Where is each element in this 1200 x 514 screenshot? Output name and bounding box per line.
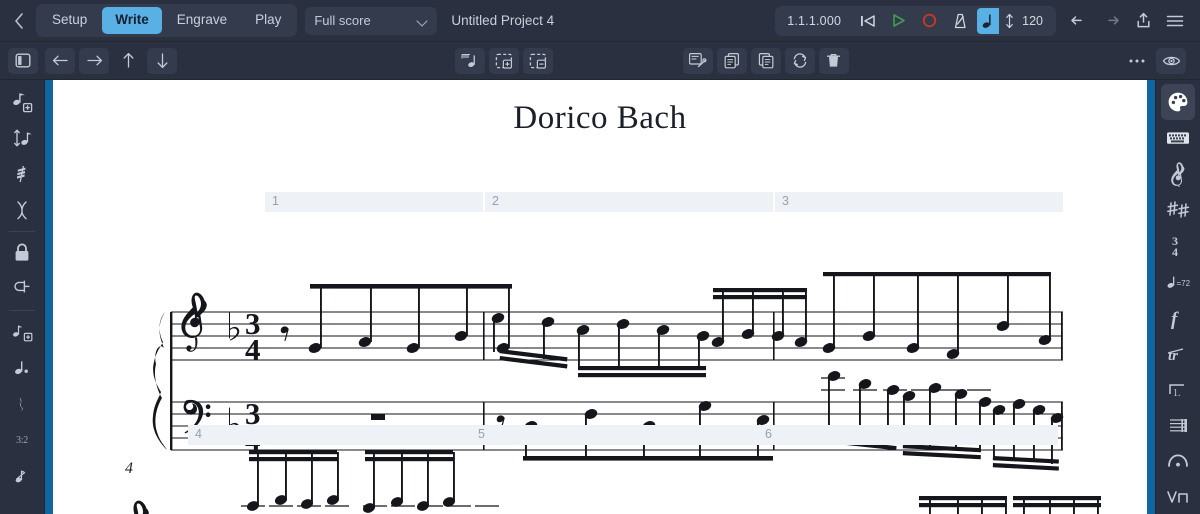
dynamics-panel-icon[interactable]: f xyxy=(1161,300,1195,336)
clefs-panel-icon[interactable] xyxy=(1161,156,1195,192)
bar-number-strip[interactable]: 2 xyxy=(485,192,773,212)
svg-text:4: 4 xyxy=(1172,245,1178,258)
chevron-down-icon xyxy=(418,16,428,26)
repeat-icon[interactable] xyxy=(784,47,815,74)
back-chevron-icon[interactable] xyxy=(6,8,32,34)
trash-icon[interactable] xyxy=(818,47,849,74)
redo-icon[interactable] xyxy=(1096,7,1126,35)
arrow-left-icon[interactable] xyxy=(45,47,75,74)
up-down-arrow-icon[interactable] xyxy=(1001,8,1017,34)
bar-number: 3 xyxy=(782,194,789,208)
mode-tabs: Setup Write Engrave Play xyxy=(36,4,298,37)
bar-number: 5 xyxy=(478,427,485,441)
layout-select[interactable]: Full score xyxy=(305,6,438,35)
time-signatures-panel-icon[interactable]: 3 4 xyxy=(1161,228,1195,264)
filter-select-icon[interactable] xyxy=(682,47,713,74)
record-icon[interactable] xyxy=(915,8,944,34)
voice-icon[interactable] xyxy=(5,192,39,228)
time-sig-denominator: 4 xyxy=(245,332,261,367)
main-body: 3:2 Dorico Bach 1 2 3 3 4 3 4 5 6 4 3 4 … xyxy=(0,80,1200,514)
notations-palette-icon[interactable] xyxy=(1161,84,1195,120)
tempo-value[interactable]: 120 xyxy=(1019,14,1052,28)
project-title: Untitled Project 4 xyxy=(451,13,555,28)
play-icon[interactable] xyxy=(884,8,913,34)
sub-toolbar xyxy=(0,42,1200,80)
pitch-alter-icon[interactable] xyxy=(5,120,39,156)
bar-number-strip[interactable]: 4 xyxy=(188,425,478,445)
top-toolbar: Setup Write Engrave Play Full score Unti… xyxy=(0,0,1200,42)
tab-engrave[interactable]: Engrave xyxy=(164,7,240,33)
repeat-structures-panel-icon[interactable]: 1. xyxy=(1161,372,1195,408)
note-tools-group xyxy=(454,47,553,74)
arrow-up-icon[interactable] xyxy=(113,48,143,74)
select-remove-icon[interactable] xyxy=(522,47,553,74)
arrow-down-icon[interactable] xyxy=(147,47,177,74)
playing-techniques-panel-icon[interactable] xyxy=(1161,480,1195,514)
transport-bar: 1.1.1.000 120 xyxy=(775,5,1056,36)
bar-number-strip[interactable]: 5 xyxy=(471,425,761,445)
top-right-icons xyxy=(1064,7,1190,35)
undo-icon[interactable] xyxy=(1064,7,1094,35)
sidebar-divider xyxy=(9,310,35,311)
dotted-note-icon[interactable] xyxy=(5,350,39,386)
rest-icon[interactable] xyxy=(5,386,39,422)
insert-mode-icon[interactable] xyxy=(5,314,39,350)
bar-number-strip[interactable]: 1 xyxy=(265,192,483,212)
view-eye-icon[interactable] xyxy=(1156,47,1186,74)
score-title[interactable]: Dorico Bach xyxy=(53,100,1147,137)
svg-text:1.: 1. xyxy=(1173,388,1181,399)
bar-number: 6 xyxy=(765,427,772,441)
tab-write[interactable]: Write xyxy=(102,7,162,34)
svg-text:f: f xyxy=(1171,309,1179,330)
note-input-icon[interactable] xyxy=(5,84,39,120)
keyboard-panel-icon[interactable] xyxy=(1161,120,1195,156)
bar-number-strip[interactable]: 3 xyxy=(775,192,1063,212)
bar-number: 1 xyxy=(272,194,279,208)
metronome-icon[interactable] xyxy=(946,8,975,34)
timecode-display[interactable]: 1.1.1.000 xyxy=(779,14,851,28)
sidebar-divider xyxy=(9,231,35,232)
select-add-icon[interactable] xyxy=(488,47,519,74)
tuplet-label: 3:2 xyxy=(16,434,28,446)
dorico-window: Setup Write Engrave Play Full score Unti… xyxy=(0,0,1200,514)
layout-select-value: Full score xyxy=(314,13,371,28)
music-system-2[interactable] xyxy=(53,450,1113,514)
edit-tools-group xyxy=(682,47,849,74)
more-options-icon[interactable] xyxy=(1122,48,1152,74)
bar-number: 4 xyxy=(195,427,202,441)
score-canvas[interactable]: Dorico Bach 1 2 3 3 4 3 4 5 6 4 xyxy=(45,80,1155,514)
arrow-right-icon[interactable] xyxy=(79,47,109,74)
page-right-edge xyxy=(1146,80,1155,514)
hamburger-menu-icon[interactable] xyxy=(1160,7,1190,35)
lock-duration-icon[interactable] xyxy=(5,235,39,271)
left-panel-toggle-icon[interactable] xyxy=(7,47,38,74)
paste-icon[interactable] xyxy=(750,47,781,74)
tab-setup[interactable]: Setup xyxy=(39,7,100,33)
grace-note-icon[interactable] xyxy=(5,458,39,494)
tuplet-icon[interactable]: 3:2 xyxy=(5,422,39,458)
tremolo-icon[interactable] xyxy=(5,156,39,192)
insert-note-icon[interactable] xyxy=(454,47,485,74)
holds-pauses-panel-icon[interactable] xyxy=(1161,444,1195,480)
bar-number-strip[interactable]: 6 xyxy=(758,425,1058,445)
tab-play[interactable]: Play xyxy=(242,7,294,33)
force-duration-icon[interactable] xyxy=(5,271,39,307)
quarter-note-icon[interactable] xyxy=(977,7,1000,34)
copy-icon[interactable] xyxy=(716,47,747,74)
left-sidebar: 3:2 xyxy=(0,80,45,514)
key-signatures-panel-icon[interactable] xyxy=(1161,192,1195,228)
score-page[interactable]: Dorico Bach 1 2 3 3 4 3 4 5 6 4 xyxy=(53,80,1147,514)
rewind-to-start-icon[interactable] xyxy=(853,8,882,34)
ornaments-panel-icon[interactable]: tr xyxy=(1161,336,1195,372)
bar-number: 2 xyxy=(492,194,499,208)
tempo-panel-icon[interactable]: =72 xyxy=(1161,264,1195,300)
right-sidebar: 3 4 =72 f tr 1. xyxy=(1155,80,1200,514)
export-share-icon[interactable] xyxy=(1128,7,1158,35)
svg-text:=72: =72 xyxy=(1177,279,1191,288)
bar-lines-panel-icon[interactable] xyxy=(1161,408,1195,444)
